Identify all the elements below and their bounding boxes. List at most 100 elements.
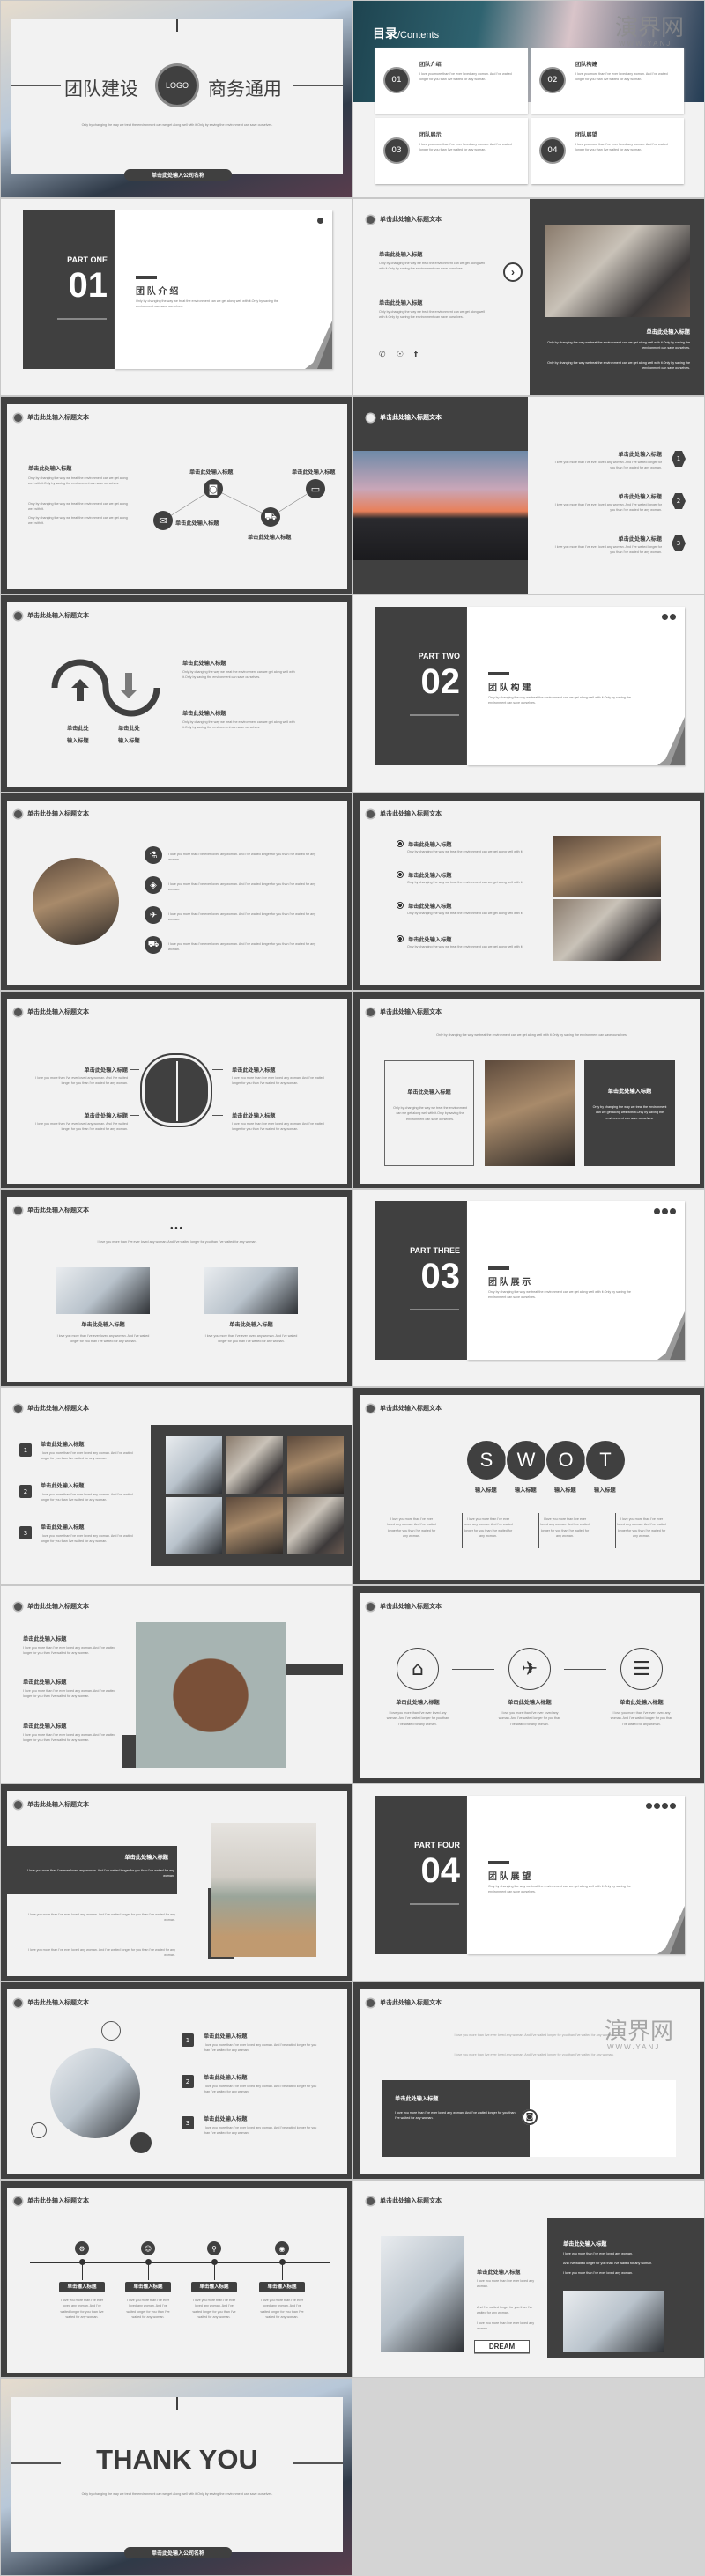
gear-icon: ⚙ <box>75 2241 89 2255</box>
item-title: 单击此处输入标题 <box>618 494 663 500</box>
slide-process[interactable]: 单击此处输入标题文本 ⌂ 单击此处输入标题 I love you more than … <box>352 1585 705 1783</box>
slide-three-boxes[interactable]: 单击此处输入标题文本 Only by changing the way we tr… <box>352 991 705 1189</box>
body-text: Only by changing the way we treat the en… <box>379 262 486 271</box>
slide-band[interactable]: 单击此处输入标题文本单击此处输入标题 I love you more than I… <box>0 1783 352 1982</box>
item-title: 单击此处输入标题 <box>81 1322 125 1328</box>
number-badge: 1 <box>19 1443 32 1457</box>
title-dash <box>488 672 509 675</box>
item-title: 单击此处输入标题 <box>229 1322 273 1328</box>
number-badge: 2 <box>182 2075 194 2088</box>
underline <box>410 1903 459 1905</box>
timeline-label-button[interactable]: 单击输入标题 <box>125 2282 171 2292</box>
slide-swot[interactable]: 单击此处输入标题文本 S 输入标题 I love you more than I've… <box>352 1387 705 1585</box>
contents-item[interactable]: 01 团队介绍 I love you more than I've ever lov… <box>375 48 528 114</box>
slide-header: 单击此处输入标题文本 <box>27 1802 89 1808</box>
weibo-icon[interactable]: ☉ <box>397 351 405 359</box>
slide-camera-box[interactable]: 单击此处输入标题文本 I love you more than I've ever… <box>352 1982 705 2180</box>
dot-icon <box>670 614 676 620</box>
part-number: 01 <box>68 266 108 305</box>
number-badge: 1 <box>672 451 686 467</box>
slide-thank-you[interactable]: THANK YOU Only by changing the way we tre… <box>0 2378 352 2576</box>
company-name-button[interactable]: 单击此处输入公司名称 <box>124 2547 232 2558</box>
connector <box>130 1115 139 1116</box>
bullet-icon <box>367 2197 375 2205</box>
item-title: 团队介绍 <box>419 62 442 68</box>
timeline-label-button[interactable]: 单击输入标题 <box>191 2282 237 2292</box>
slide-header: 单击此处输入标题文本 <box>380 1604 442 1610</box>
slide-icon-list[interactable]: 单击此处输入标题文本 ⚗ I love you more than I've eve… <box>0 793 352 991</box>
slide-photo-grid[interactable]: 单击此处输入标题文本 1 单击此处输入标题 I love you more than … <box>0 1387 352 1585</box>
slide-brain[interactable]: 单击此处输入标题文本 单击此处输入标题 I love you more than I… <box>0 991 352 1189</box>
camera-icon: ◙ <box>204 479 223 498</box>
divider <box>293 85 343 86</box>
slide-inner <box>7 2188 347 2373</box>
facebook-icon[interactable]: f <box>414 351 423 359</box>
body-text: I love you more than I've ever loved any… <box>97 1240 257 1244</box>
body-text: I love you more than I've ever loved any… <box>23 1689 115 1699</box>
part-title: 团 队 构 建 <box>488 683 531 693</box>
body-text: I love you more than I've ever loved any… <box>27 1913 175 1923</box>
slide-part-2[interactable]: PART TWO 02 团 队 构 建 Only by changing the wa… <box>352 594 705 793</box>
item-title: 单击此处输入标题 <box>292 469 336 476</box>
bullet-icon <box>14 1999 22 2007</box>
contents-item[interactable]: 03 团队展示 I love you more than I've ever lov… <box>375 118 528 184</box>
item-title: 单击此处输入标题 <box>204 2116 248 2122</box>
item-title: 单击此处输入标题 <box>232 1113 276 1119</box>
slide-part-3[interactable]: PART THREE 03 团 队 展 示 Only by changing the … <box>352 1189 705 1387</box>
slide-dream[interactable]: 单击此处输入标题文本 单击此处输入标题 I love you more than I… <box>352 2180 705 2378</box>
text-card-dark: 单击此处输入标题 Only by changing the way we trea… <box>584 1060 675 1166</box>
next-arrow-button[interactable]: › <box>503 262 523 282</box>
slide-wave-arrows[interactable]: 单击此处输入标题文本 单击此处 输入标题 单击此处 输入标题 单击此处输入标题 Only b… <box>0 594 352 793</box>
slide-header: 单击此处输入标题文本 <box>380 415 442 421</box>
slide-network[interactable]: 单击此处输入标题文本 单击此处输入标题 Only by changing the w… <box>0 396 352 594</box>
photo <box>211 1823 316 1957</box>
slide-timeline[interactable]: 单击此处输入标题文本 ⚙ 单击输入标题 I love you more than I'… <box>0 2180 352 2378</box>
contents-item[interactable]: 04 团队展望 I love you more than I've ever lov… <box>531 118 684 184</box>
item-title: 团队展望 <box>575 132 597 138</box>
company-name-button[interactable]: 单击此处输入公司名称 <box>124 169 232 181</box>
slide-part-4[interactable]: PART FOUR 04 团 队 展 望 Only by changing the w… <box>352 1783 705 1982</box>
slide-part-1[interactable]: PART ONE 01 团 队 介 绍 Only by changing the wa… <box>0 198 352 396</box>
number-badge: 1 <box>182 2033 194 2047</box>
slide-two-photos[interactable]: 单击此处输入标题文本 ••• I love you more than I've e… <box>0 1189 352 1387</box>
item-title: 单击此处输入标题 <box>563 2241 607 2248</box>
slide-circle-list[interactable]: 单击此处输入标题文本 1 单击此处输入标题 I love you more than … <box>0 1982 352 2180</box>
logo: LOGO <box>158 66 197 105</box>
photo <box>166 1436 222 1494</box>
timeline-label-button[interactable]: 单击输入标题 <box>59 2282 105 2292</box>
slide-intro-text-photo[interactable]: 单击此处输入标题文本 单击此处输入标题 Only by changing the w… <box>352 198 705 396</box>
item-title: 单击此处输入标题 <box>477 2270 521 2276</box>
slide-cover[interactable]: 团队建设 LOGO 商务通用 Only by changing the way we … <box>0 0 352 198</box>
slide-header: 单击此处输入标题文本 <box>380 1009 442 1015</box>
dream-button[interactable]: DREAM <box>474 2340 530 2353</box>
body-text: I love you more than I've ever loved any… <box>168 942 316 952</box>
item-title: 单击此处输入标题 <box>23 1723 67 1730</box>
body-text: I love you more than I've ever loved any… <box>41 1534 133 1544</box>
wechat-icon[interactable]: ✆ <box>379 351 388 359</box>
body-text: Only by changing the way we treat the en… <box>488 1290 631 1300</box>
body-text: Only by changing the way we treat the en… <box>393 1106 467 1121</box>
body-text: Only by changing the way we treat the en… <box>436 1033 627 1037</box>
slide-photo-offset[interactable]: 单击此处输入标题文本 单击此处输入标题 I love you more than I… <box>0 1585 352 1783</box>
dot-icon <box>662 1208 668 1214</box>
body-text: I love you more than I've ever loved any… <box>477 2279 535 2289</box>
slide-radio-list[interactable]: 单击此处输入标题文本 单击此处输入标题 Only by changing the w… <box>352 793 705 991</box>
body-text: I love you more than I've ever loved any… <box>232 1076 324 1086</box>
slide-photo-list[interactable]: 单击此处输入标题文本 单击此处输入标题 I love you more than I… <box>352 396 705 594</box>
slide-header: 单击此处输入标题文本 <box>380 811 442 817</box>
body-text: I love you more than I've ever loved any… <box>477 2321 535 2331</box>
item-title: 单击此处输入标题 <box>124 1855 169 1861</box>
photo <box>50 2048 140 2138</box>
timeline-node <box>212 2259 218 2265</box>
body-text: I love you more than I've ever loved any… <box>232 1122 324 1132</box>
brain-divider <box>176 1061 178 1121</box>
part-title: 团 队 展 望 <box>488 1872 531 1882</box>
watermark-url: WWW.YANJ <box>619 40 672 48</box>
body-text: Only by changing the way we treat the en… <box>547 361 690 371</box>
dot-icon <box>646 1803 652 1809</box>
timeline-label-button[interactable]: 单击输入标题 <box>259 2282 305 2292</box>
slide-contents[interactable]: 目录/Contents 01 团队介绍 I love you more than I'… <box>352 0 705 198</box>
item-title: 输入标题 <box>515 1487 537 1494</box>
part-number: 03 <box>420 1257 461 1295</box>
watermark: 演界网 WWW.YANJ <box>591 2013 704 2075</box>
